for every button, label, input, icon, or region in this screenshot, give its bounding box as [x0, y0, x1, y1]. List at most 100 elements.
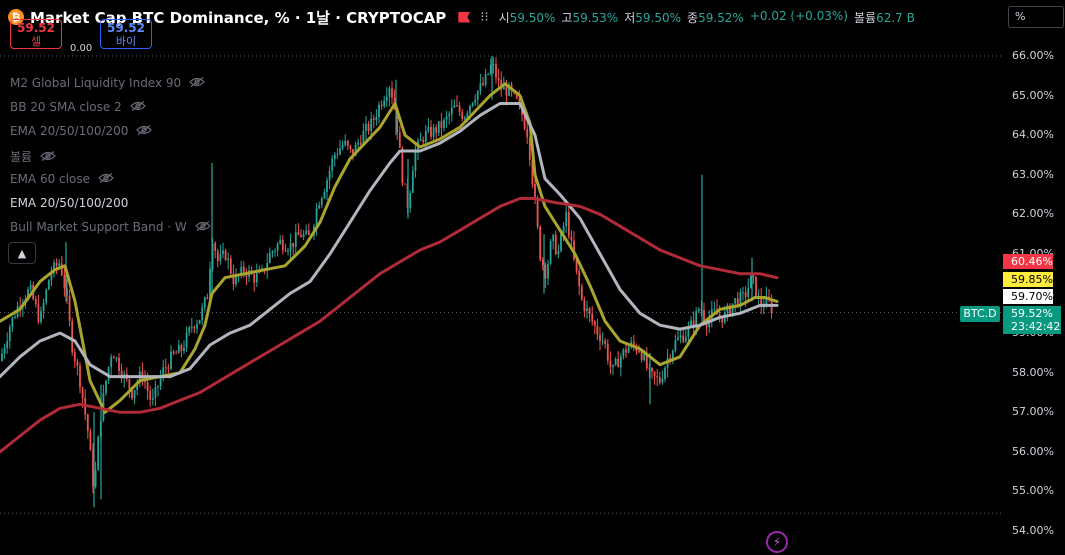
candle-body [703, 310, 705, 321]
hidden-eye-icon[interactable] [189, 76, 206, 90]
indicator-row[interactable]: EMA 20/50/100/200 [10, 124, 153, 138]
candle-body [557, 250, 560, 255]
candle-body [300, 235, 302, 238]
hidden-eye-icon[interactable] [129, 100, 146, 114]
candle-body [419, 139, 422, 141]
indicator-row[interactable]: EMA 60 close [10, 172, 114, 186]
candle-body [97, 436, 100, 471]
candle-body [474, 99, 477, 103]
ema-white-price-badge: 59.70% [1003, 289, 1053, 304]
indicator-row[interactable]: BB 20 SMA close 2 [10, 100, 146, 114]
candle-body [29, 284, 32, 290]
buy-button[interactable]: 59.52 바이 [100, 19, 152, 49]
candle-body [664, 367, 666, 379]
high-value: 59.53% [572, 10, 619, 25]
indicator-row[interactable]: EMA 20/50/100/200 [10, 196, 128, 210]
candle-body [409, 192, 412, 209]
candle-body [640, 351, 643, 360]
indicator-label: Bull Market Support Band · W [10, 220, 187, 234]
candle-body [432, 127, 435, 137]
candle-body [333, 154, 336, 159]
candle-body [110, 356, 113, 368]
candle-body [497, 77, 500, 81]
candle-body [315, 208, 318, 227]
symbol-title[interactable]: Market Cap BTC Dominance, % · 1날 · CRYPT… [30, 7, 446, 28]
hidden-eye-icon[interactable] [98, 172, 114, 186]
candle-body [422, 139, 425, 142]
candle-body [606, 344, 609, 361]
indicator-row[interactable]: Bull Market Support Band · W [10, 220, 211, 234]
high-label: 고 [561, 10, 573, 25]
candle-body [388, 88, 391, 97]
candle-body [375, 116, 378, 121]
candle-body [339, 148, 341, 155]
candle-body [172, 351, 175, 354]
candle-body [274, 250, 276, 252]
candle-body [196, 323, 198, 329]
candle-body [414, 151, 417, 171]
candle-body [216, 251, 219, 262]
candle-body [40, 311, 42, 322]
hidden-eye-icon[interactable] [40, 150, 56, 164]
candle-body [73, 352, 76, 362]
sell-price: 59.52 [17, 21, 55, 35]
volume-label: 볼륨 [853, 10, 877, 25]
scale-mode-button[interactable]: % [1008, 6, 1064, 28]
hidden-eye-icon[interactable] [136, 124, 153, 138]
y-tick-label: 64.00% [1012, 128, 1054, 142]
candle-body [214, 243, 217, 252]
candle-body [372, 118, 375, 121]
candle-body [328, 170, 331, 181]
candle-body [279, 239, 282, 244]
candle-body [762, 306, 765, 308]
candle-body [547, 263, 549, 279]
y-tick-label: 63.00% [1012, 167, 1054, 181]
candle-body [567, 211, 570, 237]
indicator-row[interactable]: 볼륨 [10, 148, 56, 165]
candle-body [469, 105, 471, 114]
hidden-eye-icon[interactable] [194, 220, 211, 234]
candle-body [755, 276, 757, 298]
candle-body [222, 250, 224, 255]
candle-body [544, 264, 547, 279]
candle-body [430, 126, 432, 137]
candle-body [349, 145, 352, 150]
candle-body [281, 239, 284, 251]
candle-body [320, 197, 323, 206]
candle-body [437, 121, 440, 133]
candle-body [170, 351, 172, 369]
indicator-row[interactable]: M2 Global Liquidity Index 90 [10, 76, 206, 90]
more-icon[interactable]: ⁝⁝ [480, 10, 488, 25]
y-tick-label: 65.00% [1012, 88, 1054, 102]
collapse-legend-button[interactable]: ▲ [8, 242, 36, 264]
flag-icon[interactable] [458, 11, 471, 23]
buy-price: 59.52 [107, 21, 145, 35]
candle-body [175, 353, 178, 355]
sell-button[interactable]: 59.52 셀 [10, 19, 62, 49]
candle-body [461, 112, 464, 119]
candle-body [45, 289, 48, 303]
candle-body [271, 251, 274, 253]
candle-body [378, 104, 380, 117]
candle-body [307, 230, 310, 236]
candle-body [682, 335, 685, 342]
candle-body [401, 147, 404, 184]
candle-body [476, 90, 479, 100]
candle-body [185, 332, 188, 348]
close-label: 종 [687, 10, 699, 25]
candle-body [268, 252, 271, 263]
candle-body [146, 382, 149, 391]
candle-body [661, 378, 664, 383]
lightning-icon[interactable]: ⚡ [766, 531, 788, 553]
candle-body [164, 367, 167, 369]
candle-body [609, 360, 612, 367]
candle-body [380, 104, 383, 106]
candle-body [289, 242, 292, 251]
candle-body [424, 130, 427, 142]
candle-body [549, 241, 552, 264]
candle-body [346, 140, 349, 146]
buy-label: 바이 [115, 35, 137, 48]
candle-body [458, 105, 461, 113]
candle-body [11, 317, 14, 328]
candle-body [588, 308, 591, 314]
